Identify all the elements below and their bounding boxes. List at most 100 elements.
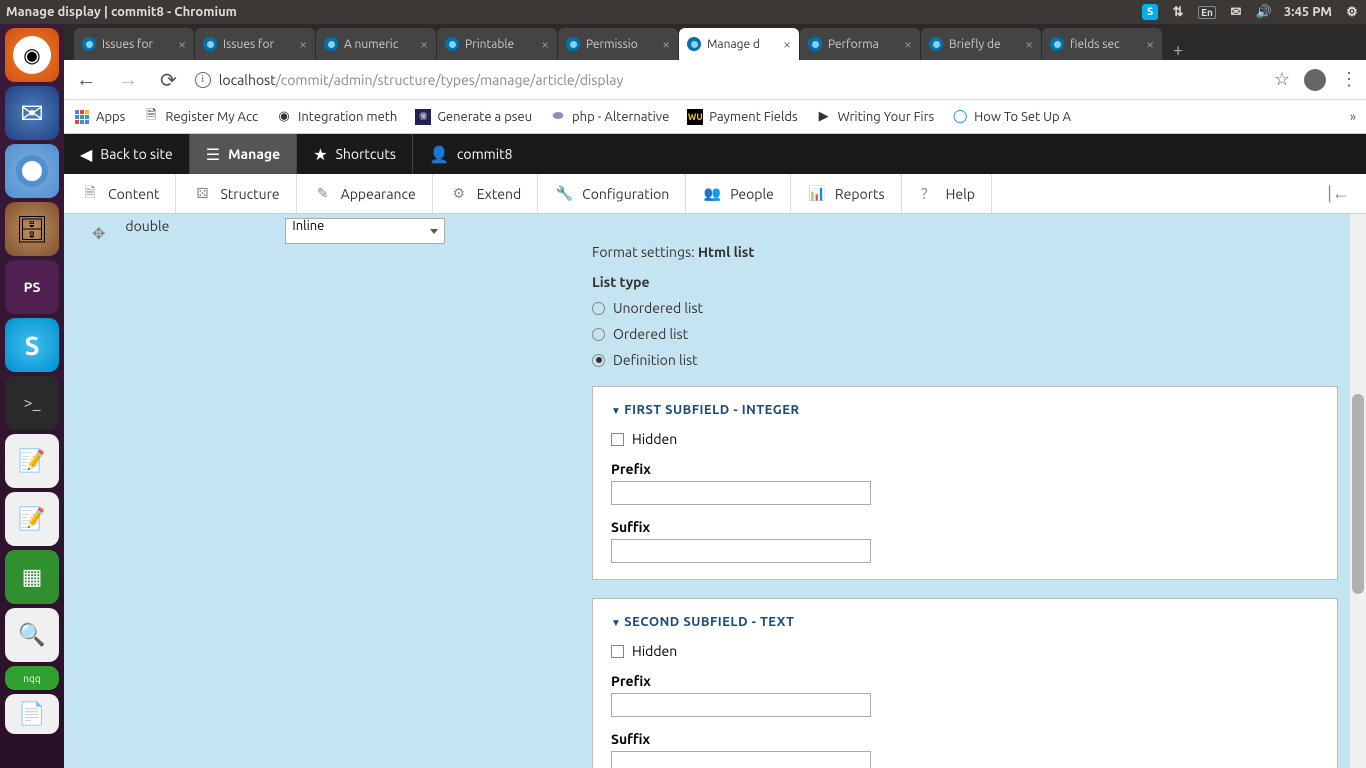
structure-icon: ⚄ xyxy=(192,184,212,204)
radio-unordered[interactable]: Unordered list xyxy=(592,300,1338,316)
menu-structure[interactable]: ⚄Structure xyxy=(176,174,296,213)
close-icon[interactable]: × xyxy=(420,36,428,52)
back-button[interactable]: ← xyxy=(72,67,100,92)
dock-thunderbird[interactable]: ✉ xyxy=(5,86,59,140)
dock-ubuntu-dash[interactable]: ◉ xyxy=(5,28,59,82)
bookmark-writing[interactable]: ▶Writing Your Firs xyxy=(816,109,935,125)
prefix-input-first[interactable] xyxy=(611,481,871,505)
radio-icon[interactable] xyxy=(592,328,605,341)
shortcuts-link[interactable]: ★Shortcuts xyxy=(297,134,412,174)
panel-header-first[interactable]: FIRST SUBFIELD - INTEGER xyxy=(611,403,1319,417)
dock-phpstorm[interactable]: PS xyxy=(5,260,59,314)
star-icon[interactable]: ☆ xyxy=(1274,69,1290,90)
skype-tray-icon[interactable]: S xyxy=(1142,4,1158,20)
bookmarks-overflow[interactable]: » xyxy=(1350,110,1356,124)
bookmark-howto[interactable]: ◯How To Set Up A xyxy=(952,109,1071,125)
dock-skype[interactable]: S xyxy=(5,318,59,372)
drag-handle-icon[interactable]: ✥ xyxy=(92,224,105,243)
bookmark-payment[interactable]: WUPayment Fields xyxy=(687,109,797,125)
close-icon[interactable]: × xyxy=(1146,36,1154,52)
radio-definition[interactable]: Definition list xyxy=(592,352,1338,368)
dock-gedit[interactable]: 📄 xyxy=(5,694,59,734)
profile-icon[interactable] xyxy=(1304,69,1326,91)
label-display-select[interactable]: Inline xyxy=(285,218,445,244)
chrome-menu-icon[interactable]: ⋮ xyxy=(1340,69,1358,90)
dock-terminal[interactable]: >_ xyxy=(5,376,59,430)
bookmark-register[interactable]: 🗎Register My Acc xyxy=(143,109,258,125)
keyboard-lang-indicator[interactable]: En xyxy=(1198,6,1216,19)
tab-issues-1[interactable]: Issues for× xyxy=(74,28,194,60)
hidden-checkbox-first[interactable]: Hidden xyxy=(611,431,1319,447)
dock-notepadqq[interactable]: nqq xyxy=(5,666,59,690)
radio-ordered[interactable]: Ordered list xyxy=(592,326,1338,342)
field-name-label: double xyxy=(125,218,265,234)
tab-printable[interactable]: Printable× xyxy=(437,28,557,60)
tab-fields[interactable]: fields sec× xyxy=(1042,28,1162,60)
close-icon[interactable]: × xyxy=(1025,36,1033,52)
back-to-site-link[interactable]: ◀Back to site xyxy=(64,134,189,174)
bookmark-generate[interactable]: ㊝Generate a pseu xyxy=(415,109,532,125)
brush-icon: ✎ xyxy=(313,184,333,204)
prefix-input-second[interactable] xyxy=(611,693,871,717)
subfield-panel-second: SECOND SUBFIELD - TEXT Hidden Prefix Suf… xyxy=(592,598,1338,768)
radio-icon[interactable] xyxy=(592,302,605,315)
user-menu[interactable]: 👤commit8 xyxy=(413,134,529,174)
dock-calc[interactable]: ▦ xyxy=(5,550,59,604)
drupal-favicon xyxy=(203,37,217,51)
menu-configuration[interactable]: 🔧Configuration xyxy=(538,174,686,213)
close-icon[interactable]: × xyxy=(178,36,186,52)
url-input[interactable]: i localhost/commit/admin/structure/types… xyxy=(195,72,1260,88)
power-icon[interactable]: ⚙ xyxy=(1344,4,1360,20)
chart-icon: 📊 xyxy=(807,184,827,204)
drupal-favicon xyxy=(324,37,338,51)
bookmark-php[interactable]: ⬬php - Alternative xyxy=(550,109,669,125)
menu-appearance[interactable]: ✎Appearance xyxy=(297,174,433,213)
people-icon: 👥 xyxy=(702,184,722,204)
close-icon[interactable]: × xyxy=(904,36,912,52)
tab-permission[interactable]: Permissio× xyxy=(558,28,678,60)
sync-icon[interactable]: ⇅ xyxy=(1170,4,1186,20)
page-scrollbar[interactable] xyxy=(1350,214,1366,768)
drupal-favicon xyxy=(929,37,943,51)
tab-performance[interactable]: Performa× xyxy=(800,28,920,60)
drupal-toolbar: ◀Back to site ☰Manage ★Shortcuts 👤commit… xyxy=(64,134,1366,174)
volume-icon[interactable]: 🔊 xyxy=(1256,4,1272,20)
prefix-label: Prefix xyxy=(611,673,1319,689)
checkbox-icon[interactable] xyxy=(611,645,624,658)
tab-numeric[interactable]: A numeric× xyxy=(316,28,436,60)
dock-chromium[interactable] xyxy=(5,144,59,198)
dock-magnifier[interactable]: 🔍 xyxy=(5,608,59,662)
hidden-checkbox-second[interactable]: Hidden xyxy=(611,643,1319,659)
new-tab-button[interactable]: + xyxy=(1163,40,1193,60)
menu-reports[interactable]: 📊Reports xyxy=(791,174,902,213)
mail-icon[interactable]: ✉ xyxy=(1228,4,1244,20)
clock[interactable]: 3:45 PM xyxy=(1284,5,1332,19)
site-info-icon[interactable]: i xyxy=(195,72,211,88)
menu-people[interactable]: 👥People xyxy=(686,174,791,213)
panel-header-second[interactable]: SECOND SUBFIELD - TEXT xyxy=(611,615,1319,629)
menu-help[interactable]: ？Help xyxy=(902,174,992,213)
tab-issues-2[interactable]: Issues for× xyxy=(195,28,315,60)
formatter-settings: Format settings: Html list List type Uno… xyxy=(592,244,1338,368)
menu-content[interactable]: 🗎Content xyxy=(64,174,176,213)
dock-text-editor-2[interactable]: 📝 xyxy=(5,492,59,546)
menu-extend[interactable]: ⚙Extend xyxy=(433,174,538,213)
close-icon[interactable]: × xyxy=(662,36,670,52)
close-icon[interactable]: × xyxy=(783,36,791,52)
checkbox-icon[interactable] xyxy=(611,433,624,446)
dock-text-editor-1[interactable]: 📝 xyxy=(5,434,59,488)
radio-icon[interactable] xyxy=(592,354,605,367)
close-icon[interactable]: × xyxy=(541,36,549,52)
apps-shortcut[interactable]: Apps xyxy=(74,109,125,125)
dock-files[interactable]: 🗄 xyxy=(5,202,59,256)
reload-button[interactable]: ⟳ xyxy=(156,68,181,92)
suffix-input-first[interactable] xyxy=(611,539,871,563)
puzzle-icon: ⚙ xyxy=(449,184,469,204)
close-icon[interactable]: × xyxy=(299,36,307,52)
orientation-toggle[interactable]: |← xyxy=(1311,183,1366,204)
bookmark-integration[interactable]: ◉Integration meth xyxy=(276,109,397,125)
suffix-input-second[interactable] xyxy=(611,751,871,768)
manage-toggle[interactable]: ☰Manage xyxy=(190,134,297,174)
tab-briefly[interactable]: Briefly de× xyxy=(921,28,1041,60)
tab-manage-display[interactable]: Manage d× xyxy=(679,28,799,60)
